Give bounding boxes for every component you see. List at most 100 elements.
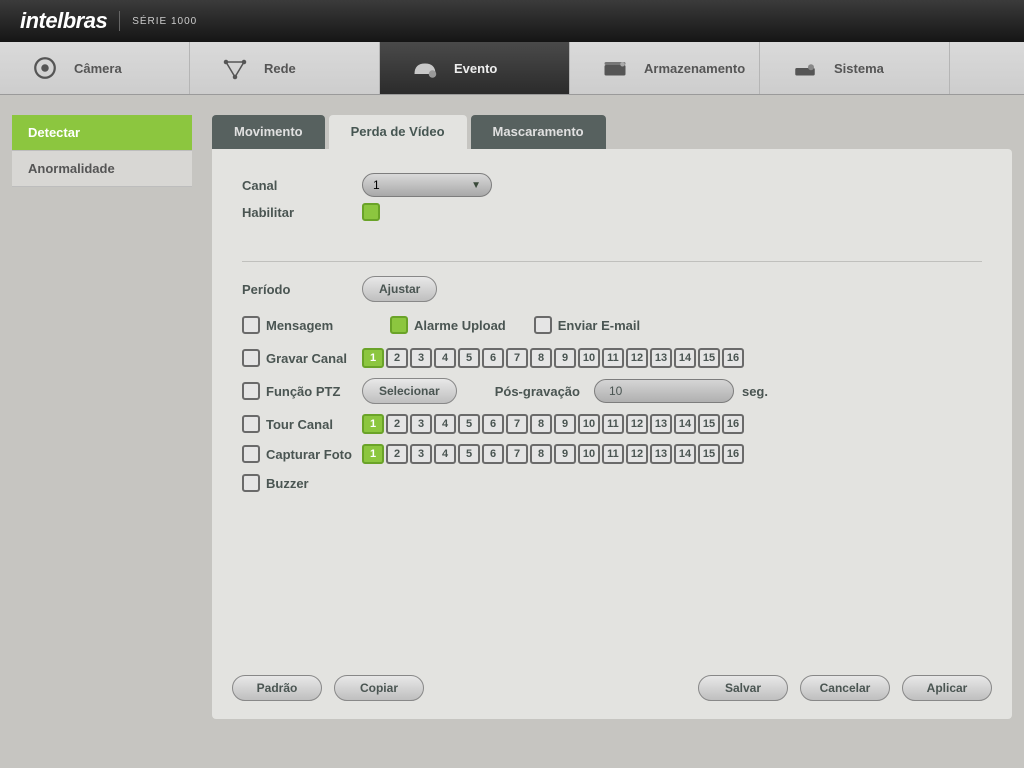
tabs: Movimento Perda de Vídeo Mascaramento: [212, 115, 1012, 149]
channel-toggle[interactable]: 7: [506, 444, 528, 464]
channel-toggle[interactable]: 2: [386, 444, 408, 464]
tour-channel-label: Tour Canal: [266, 417, 333, 432]
alarm-upload-checkbox[interactable]: [390, 316, 408, 334]
channel-toggle[interactable]: 3: [410, 414, 432, 434]
tour-channel-checkbox[interactable]: [242, 415, 260, 433]
buzzer-label: Buzzer: [266, 476, 309, 491]
message-checkbox[interactable]: [242, 316, 260, 334]
channel-toggle[interactable]: 8: [530, 414, 552, 434]
channel-toggle[interactable]: 6: [482, 414, 504, 434]
buzzer-checkbox[interactable]: [242, 474, 260, 492]
brand-separator: [119, 11, 120, 31]
channel-toggle[interactable]: 2: [386, 348, 408, 368]
network-icon: [220, 53, 250, 83]
channel-toggle[interactable]: 14: [674, 414, 696, 434]
send-email-label: Enviar E-mail: [558, 318, 640, 333]
channel-toggle[interactable]: 15: [698, 348, 720, 368]
channel-toggle[interactable]: 5: [458, 444, 480, 464]
tab-motion[interactable]: Movimento: [212, 115, 325, 149]
channel-toggle[interactable]: 11: [602, 414, 624, 434]
snapshot-label: Capturar Foto: [266, 447, 352, 462]
apply-button[interactable]: Aplicar: [902, 675, 992, 701]
post-record-label: Pós-gravação: [495, 384, 580, 399]
channel-toggle[interactable]: 8: [530, 444, 552, 464]
channel-toggle[interactable]: 8: [530, 348, 552, 368]
nav-camera-label: Câmera: [74, 61, 122, 76]
sidebar-item-detect[interactable]: Detectar: [12, 115, 192, 151]
channel-toggle[interactable]: 10: [578, 444, 600, 464]
ptz-label: Função PTZ: [266, 384, 340, 399]
copy-button[interactable]: Copiar: [334, 675, 424, 701]
channel-toggle[interactable]: 12: [626, 348, 648, 368]
channel-toggle[interactable]: 12: [626, 444, 648, 464]
channel-toggle[interactable]: 1: [362, 444, 384, 464]
channel-toggle[interactable]: 9: [554, 414, 576, 434]
channel-toggle[interactable]: 13: [650, 414, 672, 434]
snapshot-checkbox[interactable]: [242, 445, 260, 463]
cancel-button[interactable]: Cancelar: [800, 675, 890, 701]
channel-toggle[interactable]: 11: [602, 444, 624, 464]
enable-checkbox[interactable]: [362, 203, 380, 221]
system-icon: [790, 53, 820, 83]
default-button[interactable]: Padrão: [232, 675, 322, 701]
channel-toggle[interactable]: 16: [722, 444, 744, 464]
nav-system-label: Sistema: [834, 61, 884, 76]
tab-masking[interactable]: Mascaramento: [471, 115, 606, 149]
nav-storage[interactable]: Armazenamento: [570, 42, 760, 94]
divider: [242, 261, 982, 262]
channel-toggle[interactable]: 2: [386, 414, 408, 434]
camera-icon: [30, 53, 60, 83]
nav-network-label: Rede: [264, 61, 296, 76]
nav-event[interactable]: Evento: [380, 42, 570, 94]
chevron-down-icon: ▼: [471, 180, 481, 191]
post-record-input[interactable]: [594, 379, 734, 403]
channel-toggle[interactable]: 16: [722, 348, 744, 368]
channel-toggle[interactable]: 15: [698, 414, 720, 434]
channel-toggle[interactable]: 1: [362, 414, 384, 434]
channel-toggle[interactable]: 9: [554, 444, 576, 464]
channel-toggle[interactable]: 1: [362, 348, 384, 368]
send-email-checkbox[interactable]: [534, 316, 552, 334]
channel-toggle[interactable]: 3: [410, 444, 432, 464]
channel-toggle[interactable]: 7: [506, 414, 528, 434]
save-button[interactable]: Salvar: [698, 675, 788, 701]
footer-buttons: Padrão Copiar Salvar Cancelar Aplicar: [232, 675, 992, 701]
channel-toggle[interactable]: 10: [578, 414, 600, 434]
ptz-checkbox[interactable]: [242, 382, 260, 400]
channel-toggle[interactable]: 4: [434, 444, 456, 464]
channel-toggle[interactable]: 15: [698, 444, 720, 464]
sidebar: Detectar Anormalidade: [12, 115, 192, 719]
nav-camera[interactable]: Câmera: [0, 42, 190, 94]
storage-icon: [600, 53, 630, 83]
channel-toggle[interactable]: 11: [602, 348, 624, 368]
tab-videoloss[interactable]: Perda de Vídeo: [329, 115, 467, 149]
channel-toggle[interactable]: 16: [722, 414, 744, 434]
channel-toggle[interactable]: 14: [674, 444, 696, 464]
channel-toggle[interactable]: 9: [554, 348, 576, 368]
channel-toggle[interactable]: 10: [578, 348, 600, 368]
channel-toggle[interactable]: 6: [482, 348, 504, 368]
channel-toggle[interactable]: 14: [674, 348, 696, 368]
channel-select-value: 1: [373, 178, 380, 192]
record-channel-checkbox[interactable]: [242, 349, 260, 367]
channel-toggle[interactable]: 7: [506, 348, 528, 368]
ptz-select-button[interactable]: Selecionar: [362, 378, 457, 404]
channel-select[interactable]: 1 ▼: [362, 173, 492, 197]
channel-toggle[interactable]: 12: [626, 414, 648, 434]
snapshot-channel-row: 12345678910111213141516: [362, 444, 744, 464]
sidebar-item-abnormality[interactable]: Anormalidade: [12, 151, 192, 187]
adjust-button[interactable]: Ajustar: [362, 276, 437, 302]
header-bar: intelbras SÉRIE 1000: [0, 0, 1024, 42]
channel-toggle[interactable]: 5: [458, 348, 480, 368]
channel-toggle[interactable]: 5: [458, 414, 480, 434]
channel-toggle[interactable]: 4: [434, 414, 456, 434]
channel-toggle[interactable]: 4: [434, 348, 456, 368]
series-label: SÉRIE 1000: [132, 16, 197, 27]
channel-toggle[interactable]: 13: [650, 348, 672, 368]
nav-system[interactable]: Sistema: [760, 42, 950, 94]
brand-logo: intelbras: [20, 8, 107, 34]
channel-toggle[interactable]: 13: [650, 444, 672, 464]
channel-toggle[interactable]: 3: [410, 348, 432, 368]
nav-network[interactable]: Rede: [190, 42, 380, 94]
channel-toggle[interactable]: 6: [482, 444, 504, 464]
